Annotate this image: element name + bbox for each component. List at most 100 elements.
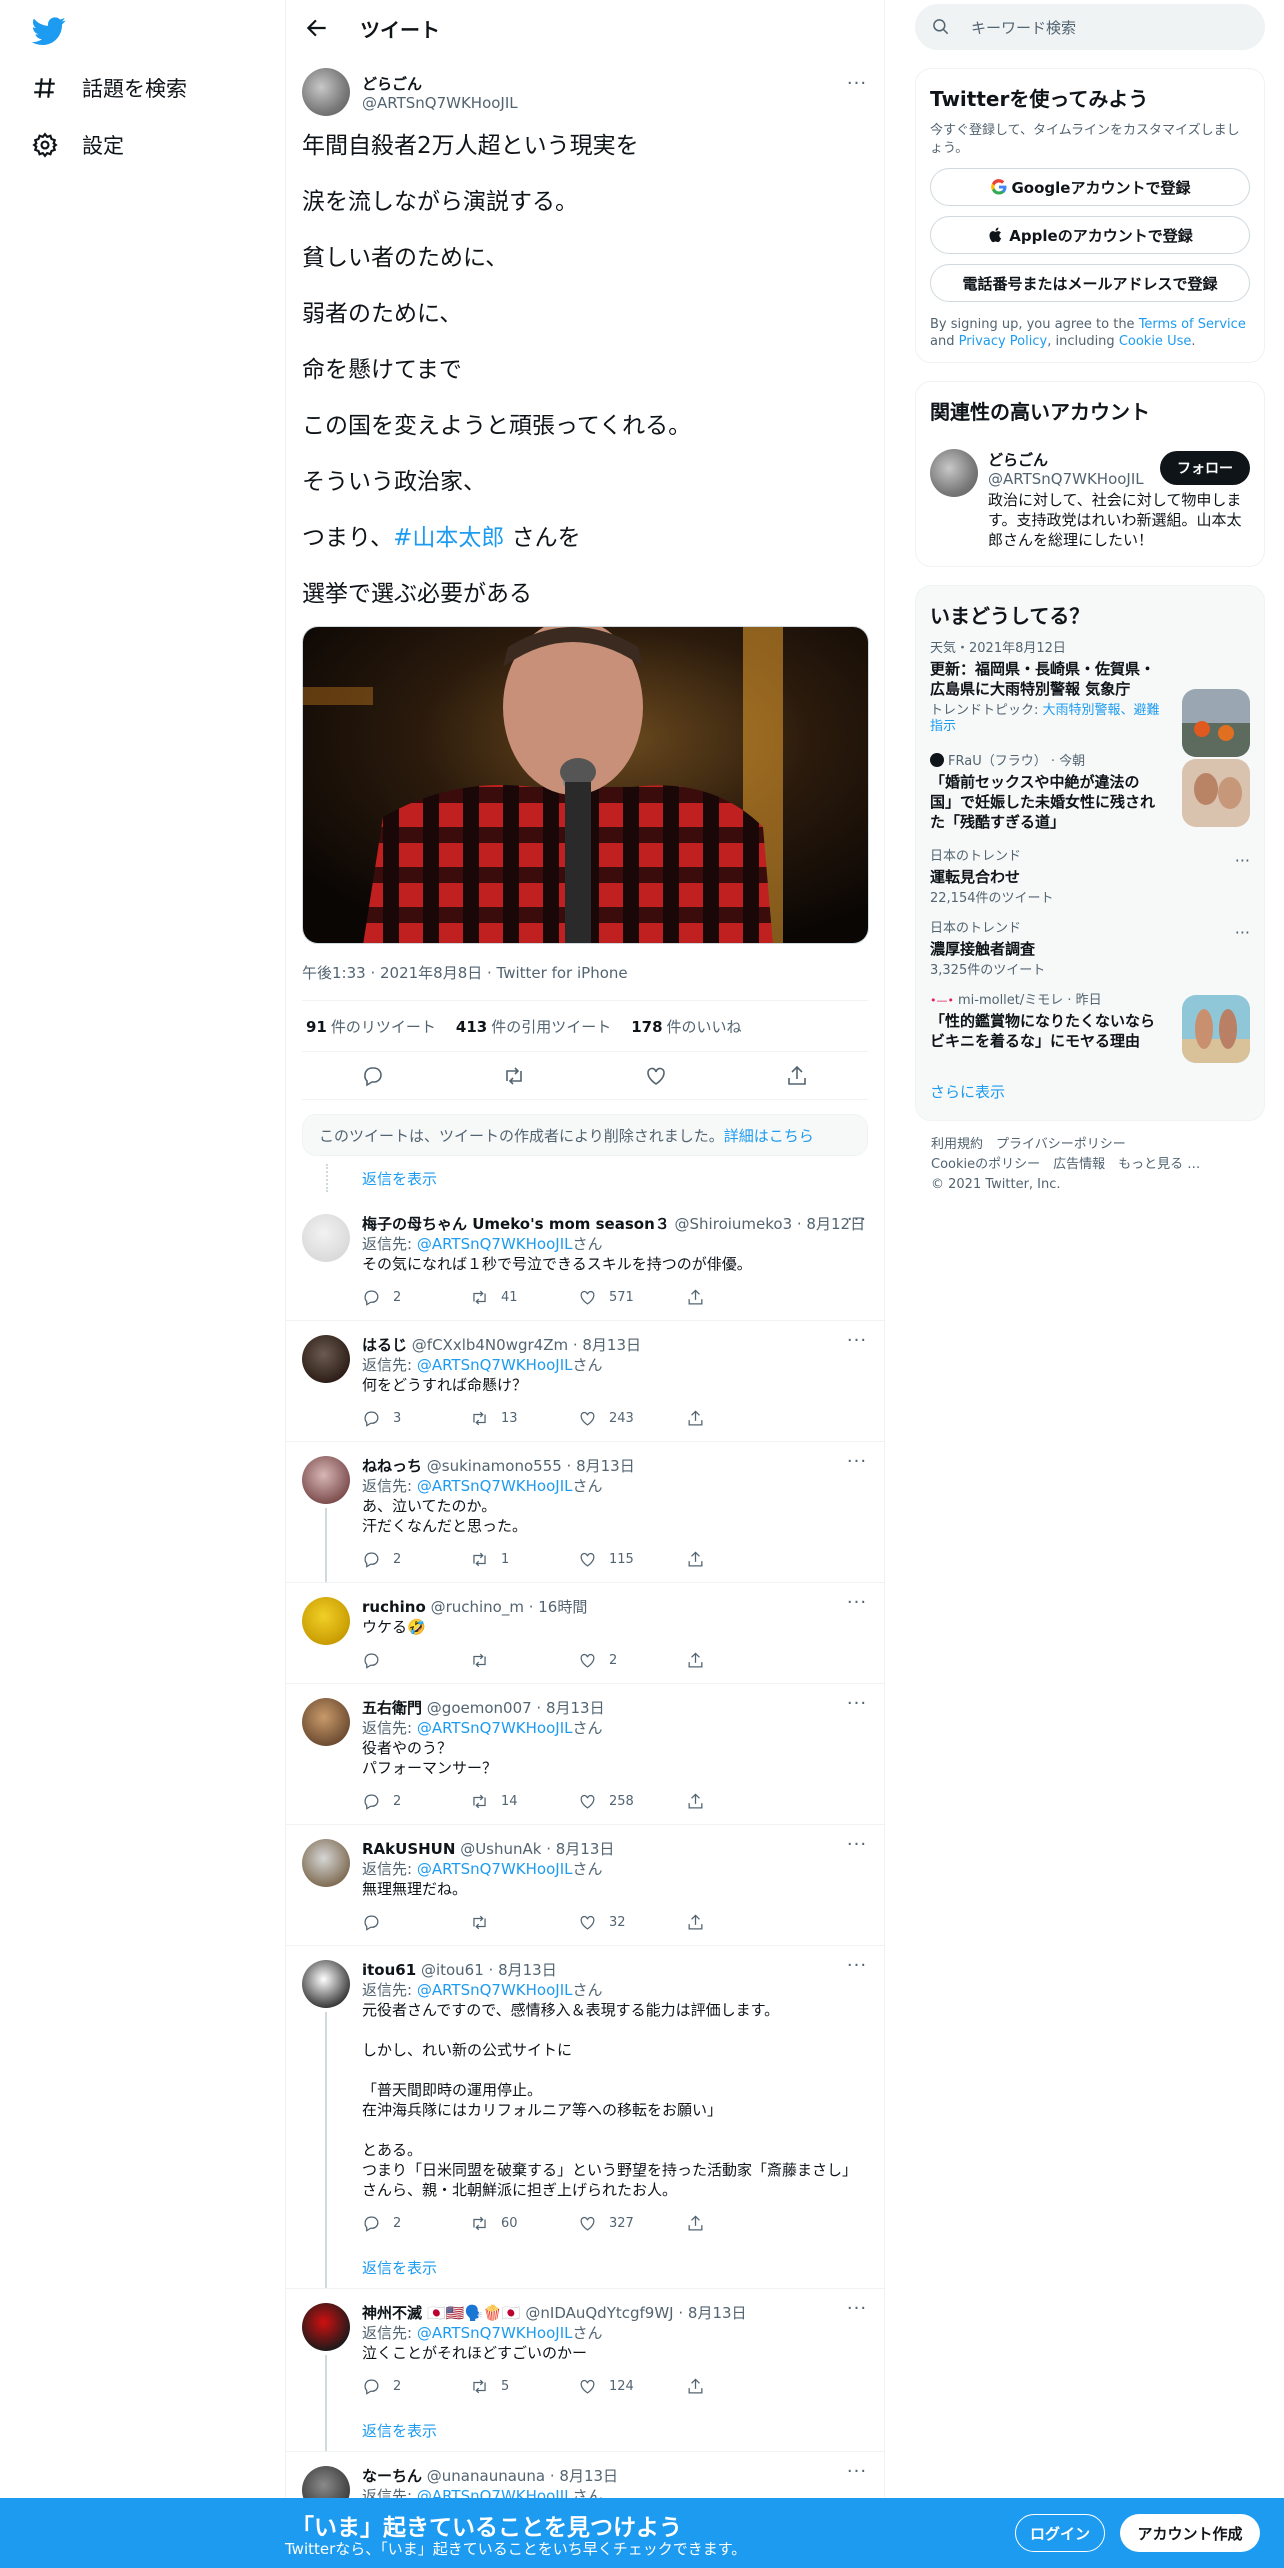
reply-author-name[interactable]: 五右衛門 bbox=[362, 1699, 422, 1717]
retweet-count[interactable]: 91 件のリツイート bbox=[306, 1016, 436, 1037]
avatar[interactable] bbox=[302, 1597, 350, 1645]
avatar[interactable] bbox=[302, 1214, 350, 1262]
reply-tweet[interactable]: ··· ruchino @ruchino_m · 16時間 ウケる🤣 2 bbox=[286, 1583, 884, 1684]
privacy-link[interactable]: Privacy Policy bbox=[959, 334, 1048, 349]
avatar[interactable] bbox=[302, 1960, 350, 2008]
reply-author-handle[interactable]: @fCXxlb4N0wgr4Zm · 8月13日 bbox=[412, 1336, 641, 1354]
tweet-timestamp[interactable]: 午後1:33 · 2021年8月8日 · Twitter for iPhone bbox=[302, 962, 868, 986]
learn-more-link[interactable]: 詳細はこちら bbox=[724, 1125, 814, 1146]
back-arrow-icon[interactable] bbox=[304, 15, 330, 41]
like-button[interactable]: 327 bbox=[578, 2214, 686, 2233]
share-button[interactable] bbox=[686, 1550, 794, 1569]
login-button[interactable]: ログイン bbox=[1015, 2514, 1105, 2552]
avatar[interactable] bbox=[302, 68, 350, 116]
like-button[interactable]: 124 bbox=[578, 2377, 686, 2396]
reply-button[interactable]: 2 bbox=[362, 2214, 470, 2233]
more-options-icon[interactable]: ··· bbox=[846, 2300, 868, 2325]
more-options-icon[interactable]: ··· bbox=[846, 1211, 868, 1236]
share-button[interactable] bbox=[686, 1288, 794, 1307]
footer-row[interactable]: Cookieのポリシー 広告情報 もっと見る … bbox=[931, 1155, 1265, 1175]
trend-item[interactable]: 日本のトレンド 濃厚接触者調査 3,325件のツイート ··· bbox=[930, 909, 1250, 981]
avatar[interactable] bbox=[302, 1839, 350, 1887]
retweet-button[interactable] bbox=[470, 1913, 578, 1932]
reply-author-name[interactable]: itou61 bbox=[362, 1961, 416, 1979]
reply-author-name[interactable]: なーちん bbox=[362, 2467, 422, 2485]
hashtag-link[interactable]: #山本太郎 bbox=[393, 525, 504, 551]
retweet-icon[interactable] bbox=[502, 1064, 526, 1088]
nav-settings[interactable]: 設定 bbox=[30, 120, 124, 170]
retweet-button[interactable] bbox=[470, 1651, 578, 1670]
replying-to-user-link[interactable]: @ARTSnQ7WKHooJIL bbox=[417, 1477, 573, 1495]
reply-button[interactable]: 2 bbox=[362, 1792, 470, 1811]
quote-count[interactable]: 413 件の引用ツイート bbox=[456, 1016, 611, 1037]
replying-to-user-link[interactable]: @ARTSnQ7WKHooJIL bbox=[417, 1719, 573, 1737]
replying-to-user-link[interactable]: @ARTSnQ7WKHooJIL bbox=[417, 1235, 573, 1253]
share-button[interactable] bbox=[686, 1651, 794, 1670]
reply-button[interactable]: 2 bbox=[362, 2377, 470, 2396]
reply-button[interactable]: 2 bbox=[362, 1288, 470, 1307]
reply-author-handle[interactable]: @goemon007 · 8月13日 bbox=[427, 1699, 605, 1717]
footer-row[interactable]: 利用規約 プライバシーポリシー bbox=[931, 1135, 1265, 1155]
more-options-icon[interactable]: ··· bbox=[846, 1695, 868, 1720]
more-options-icon[interactable]: ··· bbox=[846, 1836, 868, 1861]
tweet-author[interactable]: どらごん @ARTSnQ7WKHooJIL ··· bbox=[302, 66, 868, 118]
trend-item[interactable]: FRaU（フラウ） · 今朝 「婚前セックスや中絶が違法の国」で妊娠した未婚女性… bbox=[930, 741, 1250, 837]
author-display-name[interactable]: どらごん bbox=[362, 73, 518, 94]
share-button[interactable] bbox=[686, 1409, 794, 1428]
share-button[interactable] bbox=[686, 2377, 794, 2396]
share-icon[interactable] bbox=[785, 1064, 809, 1088]
reply-tweet[interactable]: ··· ねねっち @sukinamono555 · 8月13日 返信先: @ARTS… bbox=[286, 1442, 884, 1583]
more-options-icon[interactable]: ··· bbox=[1235, 923, 1250, 942]
retweet-button[interactable]: 5 bbox=[470, 2377, 578, 2396]
like-button[interactable]: 2 bbox=[578, 1651, 686, 1670]
reply-author-name[interactable]: 神州不滅 🇯🇵🇺🇸🗣️🍿🇯🇵 bbox=[362, 2304, 521, 2322]
replying-to-user-link[interactable]: @ARTSnQ7WKHooJIL bbox=[417, 2324, 573, 2342]
retweet-button[interactable]: 13 bbox=[470, 1409, 578, 1428]
follow-button[interactable]: フォロー bbox=[1160, 451, 1250, 485]
reply-author-name[interactable]: ねねっち bbox=[362, 1457, 422, 1475]
like-button[interactable]: 243 bbox=[578, 1409, 686, 1428]
reply-author-name[interactable]: はるじ bbox=[362, 1336, 407, 1354]
avatar[interactable] bbox=[930, 449, 978, 497]
like-heart-icon[interactable] bbox=[644, 1064, 668, 1088]
avatar[interactable] bbox=[302, 1335, 350, 1383]
show-replies-link[interactable]: 返信を表示 bbox=[362, 2409, 868, 2451]
show-replies-link[interactable]: 返信を表示 bbox=[286, 1156, 884, 1200]
replying-to-user-link[interactable]: @ARTSnQ7WKHooJIL bbox=[417, 1981, 573, 1999]
more-options-icon[interactable]: ··· bbox=[846, 1594, 868, 1619]
search-box[interactable]: キーワード検索 bbox=[915, 4, 1265, 50]
reply-button[interactable]: 3 bbox=[362, 1409, 470, 1428]
tweet-media-image[interactable] bbox=[302, 626, 869, 944]
trend-item[interactable]: 日本のトレンド 運転見合わせ 22,154件のツイート ··· bbox=[930, 837, 1250, 909]
reply-author-name[interactable]: 梅子の母ちゃん Umeko's mom season３ bbox=[362, 1215, 670, 1233]
cookie-link[interactable]: Cookie Use bbox=[1119, 334, 1192, 349]
apple-signup-button[interactable]: Appleのアカウントで登録 bbox=[930, 216, 1250, 254]
retweet-button[interactable]: 1 bbox=[470, 1550, 578, 1569]
reply-tweet[interactable]: ··· 五右衛門 @goemon007 · 8月13日 返信先: @ARTSnQ7W… bbox=[286, 1684, 884, 1825]
like-count[interactable]: 178 件のいいね bbox=[631, 1016, 741, 1037]
reply-tweet[interactable]: ··· 梅子の母ちゃん Umeko's mom season３ @Shiroium… bbox=[286, 1200, 884, 1321]
reply-tweet[interactable]: ··· RAkUSHUN @UshunAk · 8月13日 返信先: @ARTSnQ… bbox=[286, 1825, 884, 1946]
more-options-icon[interactable]: ··· bbox=[846, 2463, 868, 2488]
avatar[interactable] bbox=[302, 1456, 350, 1504]
reply-author-handle[interactable]: @Shiroiumeko3 · 8月12日 bbox=[675, 1215, 866, 1233]
share-button[interactable] bbox=[686, 1792, 794, 1811]
share-button[interactable] bbox=[686, 1913, 794, 1932]
author-username[interactable]: @ARTSnQ7WKHooJIL bbox=[362, 94, 518, 112]
retweet-button[interactable]: 41 bbox=[470, 1288, 578, 1307]
tos-link[interactable]: Terms of Service bbox=[1139, 317, 1246, 332]
phone-email-signup-button[interactable]: 電話番号またはメールアドレスで登録 bbox=[930, 264, 1250, 302]
reply-author-handle[interactable]: @nIDAuQdYtcgf9WJ · 8月13日 bbox=[525, 2304, 746, 2322]
show-replies-link[interactable]: 返信を表示 bbox=[362, 2246, 868, 2288]
reply-icon[interactable] bbox=[361, 1064, 385, 1088]
reply-tweet[interactable]: ··· itou61 @itou61 · 8月13日 返信先: @ARTSnQ7WK… bbox=[286, 1946, 884, 2289]
reply-author-handle[interactable]: @sukinamono555 · 8月13日 bbox=[427, 1457, 635, 1475]
related-account[interactable]: どらごん @ARTSnQ7WKHooJIL 政治に対して、社会に対して物申します… bbox=[930, 449, 1250, 550]
replying-to-user-link[interactable]: @ARTSnQ7WKHooJIL bbox=[417, 1860, 573, 1878]
create-account-button[interactable]: アカウント作成 bbox=[1120, 2514, 1260, 2552]
more-options-icon[interactable]: ··· bbox=[1235, 851, 1250, 870]
reply-author-handle[interactable]: @ruchino_m · 16時間 bbox=[431, 1598, 588, 1616]
reply-tweet[interactable]: ··· はるじ @fCXxlb4N0wgr4Zm · 8月13日 返信先: @ART… bbox=[286, 1321, 884, 1442]
avatar[interactable] bbox=[302, 2303, 350, 2351]
reply-button[interactable] bbox=[362, 1913, 470, 1932]
